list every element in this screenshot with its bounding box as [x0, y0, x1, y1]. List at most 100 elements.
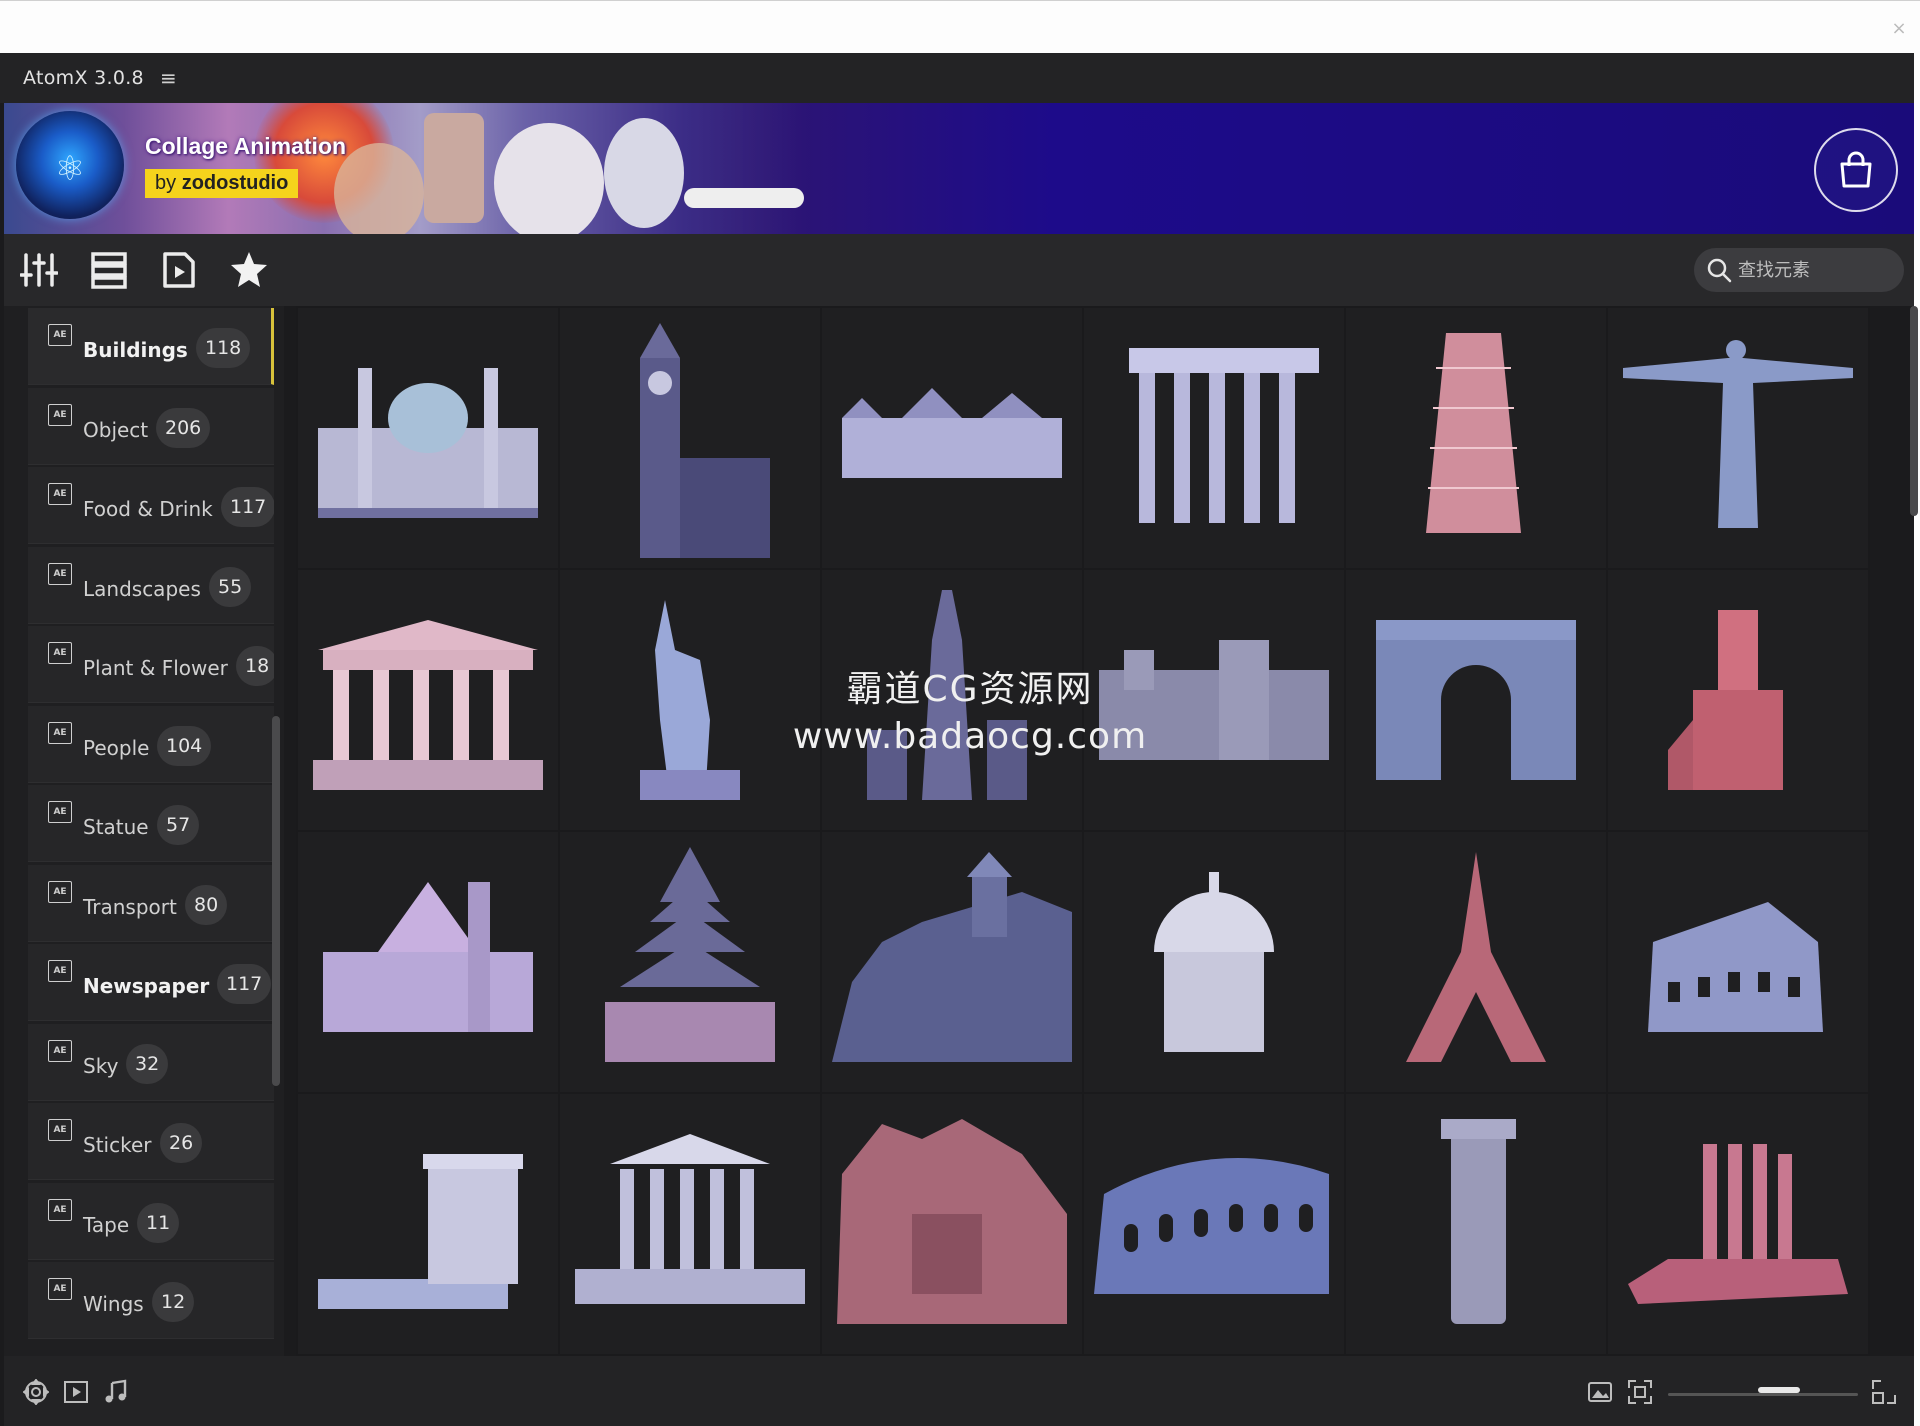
sidebar-item-count-badge: 118	[196, 328, 251, 368]
shop-button[interactable]	[1814, 128, 1898, 212]
app-title: AtomX 3.0.8	[23, 67, 144, 89]
ae-file-icon: AE	[48, 1039, 72, 1062]
zoom-slider[interactable]	[1668, 1393, 1858, 1396]
asset-tile-gothic-cathedral[interactable]	[298, 832, 558, 1092]
sidebar-item-wings[interactable]: AE Wings 12	[28, 1262, 274, 1339]
photo-icon[interactable]	[1586, 1378, 1614, 1406]
atom-logo-icon: ⚛	[54, 149, 86, 189]
asset-tile-erechtheion[interactable]	[298, 1094, 558, 1354]
asset-tile-arc-de-triomphe[interactable]	[1346, 570, 1606, 830]
title-bar: AtomX 3.0.8 ≡	[0, 53, 1914, 103]
asset-tile-baroque-church[interactable]	[298, 308, 558, 568]
capitol-dome-thumbnail	[1154, 872, 1274, 1052]
gothic-cathedral-thumbnail	[323, 882, 533, 1032]
expand-icon[interactable]	[1870, 1378, 1898, 1406]
sliders-icon[interactable]	[18, 250, 60, 290]
search-icon	[1707, 258, 1732, 283]
sidebar-item-label: Wings	[83, 1292, 144, 1316]
sidebar-item-sky[interactable]: AE Sky 32	[28, 1023, 274, 1101]
toolbar	[4, 234, 1914, 306]
asset-tile-big-ben[interactable]	[560, 308, 820, 568]
asset-tile-roman-amphitheater[interactable]	[1084, 1094, 1344, 1354]
search-input[interactable]	[1736, 258, 1900, 282]
sidebar-item-count-badge: 11	[137, 1202, 180, 1243]
sidebar-scrollbar[interactable]	[272, 716, 280, 1086]
ae-file-icon: AE	[48, 1278, 72, 1300]
asset-tile-red-church-tower[interactable]	[1608, 570, 1868, 830]
asset-tile-greek-temple-ruin[interactable]	[1084, 308, 1344, 568]
banner[interactable]: ⚛ Collage Animation by zodostudio	[4, 103, 1914, 234]
sidebar-item-food-drink[interactable]: AE Food & Drink 117	[28, 467, 274, 544]
ae-file-icon: AE	[48, 562, 72, 585]
colosseum-thumbnail	[1648, 902, 1823, 1032]
video-file-icon[interactable]	[158, 250, 200, 290]
asset-tile-skyscraper-city[interactable]	[822, 570, 1082, 830]
asset-tile-chateau[interactable]	[822, 308, 1082, 568]
star-icon[interactable]	[228, 250, 270, 290]
sidebar-item-count-badge: 26	[160, 1123, 203, 1163]
sidebar-item-sticker[interactable]: AE Sticker 26	[28, 1103, 274, 1180]
banner-author: zodostudio	[181, 172, 289, 194]
hamburger-menu-icon[interactable]: ≡	[160, 66, 177, 90]
sidebar-item-plant-flower[interactable]: AE Plant & Flower 18	[28, 626, 274, 703]
eiffel-tower-thumbnail	[1406, 852, 1546, 1062]
search-box[interactable]	[1694, 248, 1904, 292]
asset-tile-leaning-tower-of-pisa[interactable]	[1346, 308, 1606, 568]
sidebar-item-people[interactable]: AE People 104	[28, 705, 274, 783]
ae-file-icon: AE	[48, 721, 72, 744]
music-note-icon[interactable]	[102, 1378, 130, 1406]
stone-castle-thumbnail	[1099, 640, 1329, 760]
sidebar-item-object[interactable]: AE Object 206	[28, 387, 274, 465]
asset-tile-temple-ruins[interactable]	[1608, 1094, 1868, 1354]
sidebar-item-statue[interactable]: AE Statue 57	[28, 785, 274, 862]
bottom-bar	[4, 1356, 1914, 1426]
asset-tile-greek-temple[interactable]	[298, 570, 558, 830]
sidebar-item-landscapes[interactable]: AE Landscapes 55	[28, 546, 274, 624]
asset-tile-petra-treasury[interactable]	[822, 1094, 1082, 1354]
asset-tile-colosseum[interactable]	[1608, 832, 1868, 1092]
grid-scrollbar[interactable]	[1910, 306, 1918, 516]
asset-tile-statue-of-liberty[interactable]	[560, 570, 820, 830]
asset-tile-christ-the-redeemer[interactable]	[1608, 308, 1868, 568]
fit-frame-icon[interactable]	[1626, 1378, 1654, 1406]
sidebar-item-label: Sky	[83, 1053, 119, 1078]
sidebar-item-buildings[interactable]: AE Buildings 118	[28, 308, 274, 385]
sidebar-item-count-badge: 12	[152, 1282, 195, 1322]
sidebar-item-label: Statue	[83, 815, 149, 839]
play-box-icon[interactable]	[62, 1378, 90, 1406]
asset-tile-eiffel-tower[interactable]	[1346, 832, 1606, 1092]
move-icon[interactable]	[22, 1378, 50, 1406]
sidebar-item-label: Object	[83, 417, 149, 442]
window-close-button[interactable]: ×	[1882, 11, 1916, 47]
erechtheion-thumbnail	[318, 1154, 523, 1309]
greek-temple-thumbnail	[313, 620, 543, 790]
asset-tile-fortress-on-hill[interactable]	[822, 832, 1082, 1092]
asset-tile-stone-castle[interactable]	[1084, 570, 1344, 830]
asset-tile-stone-tower[interactable]	[1346, 1094, 1606, 1354]
sidebar-item-tape[interactable]: AE Tape 11	[28, 1182, 274, 1260]
pagoda-thumbnail	[605, 847, 775, 1062]
sidebar-item-count-badge: 206	[156, 407, 211, 448]
asset-tile-capitol-dome[interactable]	[1084, 832, 1344, 1092]
asset-tile-supreme-court[interactable]	[560, 1094, 820, 1354]
asset-grid-area	[296, 306, 1870, 1356]
sidebar-item-transport[interactable]: AE Transport 80	[28, 864, 274, 942]
sidebar-item-label: Sticker	[83, 1133, 152, 1157]
greek-temple-ruin-thumbnail	[1129, 348, 1319, 523]
sidebar-item-count-badge: 18	[236, 646, 274, 686]
sidebar-item-label: Food & Drink	[83, 497, 213, 521]
sidebar-item-newspaper[interactable]: AE Newspaper 117	[28, 944, 274, 1021]
big-ben-thumbnail	[640, 323, 770, 558]
sidebar-item-label: Newspaper	[83, 974, 210, 998]
asset-tile-pagoda[interactable]	[560, 832, 820, 1092]
petra-treasury-thumbnail	[837, 1119, 1067, 1324]
category-sidebar[interactable]: AE Buildings 118 AE Object 206 AE Food & Drink 1…	[4, 306, 284, 1356]
supreme-court-thumbnail	[575, 1134, 805, 1304]
zoom-slider-thumb[interactable]	[1758, 1387, 1800, 1393]
baroque-church-thumbnail	[318, 368, 538, 518]
ae-file-icon: AE	[48, 880, 72, 903]
ae-file-icon: AE	[48, 403, 72, 426]
christ-the-redeemer-thumbnail	[1623, 340, 1853, 528]
list-icon[interactable]	[88, 250, 130, 290]
sidebar-item-count-badge: 117	[221, 487, 274, 527]
